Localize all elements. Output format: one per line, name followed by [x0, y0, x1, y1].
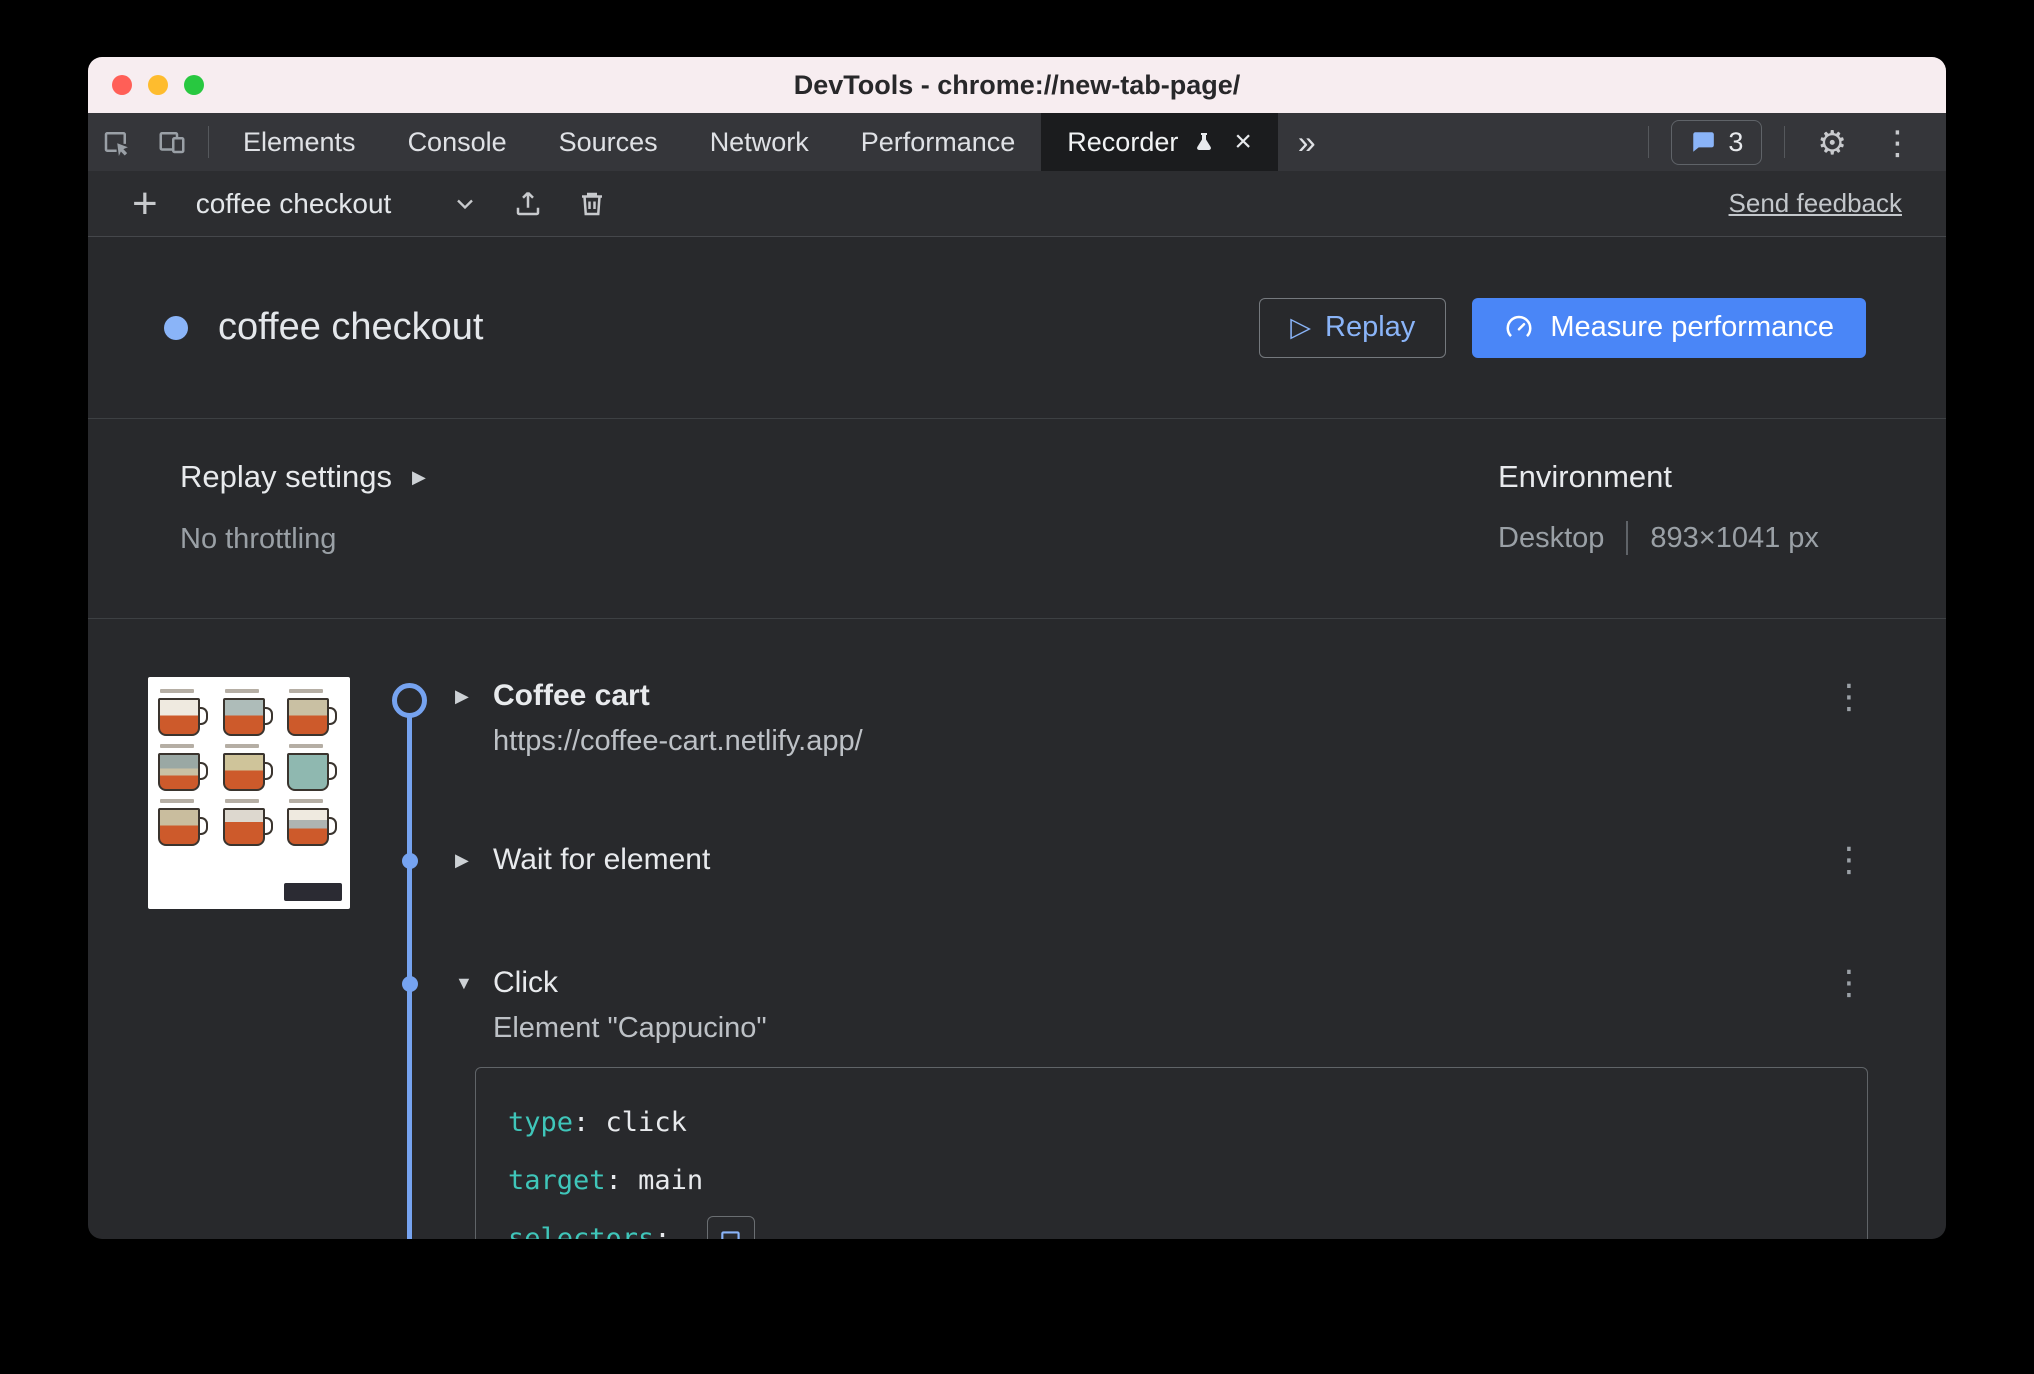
feedback-messages-button[interactable]: 3	[1671, 119, 1763, 165]
tab-sources[interactable]: Sources	[533, 113, 684, 171]
recorder-toolbar: + coffee checkout Send feedback	[88, 171, 1946, 237]
zoom-window-button[interactable]	[184, 75, 204, 95]
timeline-marker-step-3[interactable]	[402, 976, 418, 992]
code-value: click	[605, 1107, 687, 1138]
tab-console[interactable]: Console	[382, 113, 533, 171]
step-navigate-toggle[interactable]: ▶ Coffee cart	[455, 679, 863, 713]
divider	[208, 126, 209, 158]
delete-recording-button[interactable]	[577, 189, 607, 219]
throttling-value: No throttling	[180, 523, 337, 555]
timeline-line	[407, 700, 412, 1239]
recording-select[interactable]: coffee checkout	[196, 188, 480, 220]
replay-settings-toggle[interactable]: Replay settings ▶	[180, 459, 426, 495]
replay-settings-label: Replay settings	[180, 459, 392, 494]
measure-performance-button[interactable]: Measure performance	[1472, 297, 1866, 358]
replay-settings: Replay settings ▶ No throttling	[180, 459, 426, 556]
environment-label: Environment	[1498, 459, 1673, 494]
play-icon: ▷	[1290, 312, 1312, 342]
recording-select-value: coffee checkout	[195, 187, 392, 219]
code-line: selectors:	[508, 1210, 1835, 1239]
thumbnail-coffee-grid	[158, 689, 340, 846]
main-menu-kebab-icon[interactable]: ⋮	[1871, 123, 1924, 162]
divider	[1784, 126, 1786, 158]
settings-section: Replay settings ▶ No throttling Environm…	[88, 419, 1946, 619]
timeline-marker-step-1[interactable]	[392, 683, 427, 718]
tab-network[interactable]: Network	[684, 113, 835, 171]
more-tabs-button[interactable]: »	[1278, 113, 1336, 171]
step-title: Coffee cart	[493, 679, 650, 712]
titlebar: DevTools - chrome://new-tab-page/	[88, 57, 1946, 113]
close-window-button[interactable]	[112, 75, 132, 95]
window-title: DevTools - chrome://new-tab-page/	[793, 69, 1241, 100]
step-click-toggle[interactable]: ▼ Click	[455, 966, 767, 1000]
devtools-window: DevTools - chrome://new-tab-page/ Elemen…	[88, 57, 1946, 1239]
inspect-cursor-icon	[721, 1230, 740, 1239]
environment-device: Desktop	[1498, 521, 1605, 554]
export-recording-button[interactable]	[513, 189, 543, 219]
step-navigate: ▶ Coffee cart https://coffee-cart.netlif…	[455, 679, 863, 758]
divider	[1626, 521, 1629, 555]
chevron-down-icon	[451, 190, 479, 218]
experiment-flask-icon	[1197, 133, 1212, 151]
tab-recorder[interactable]: Recorder ×	[1041, 113, 1278, 171]
devtools-tabbar: Elements Console Sources Network Perform…	[88, 113, 1946, 171]
speedometer-icon	[1506, 315, 1532, 337]
recording-header: coffee checkout ▷ Replay Measure perform…	[88, 237, 1946, 419]
divider	[1648, 126, 1650, 158]
trash-icon	[582, 192, 603, 215]
timeline-marker-step-2[interactable]	[402, 853, 418, 869]
measure-button-label: Measure performance	[1550, 311, 1834, 343]
environment-viewport: 893×1041 px	[1650, 521, 1819, 554]
disclosure-right-icon: ▶	[455, 686, 469, 706]
step-wait: ▶ Wait for element	[455, 843, 710, 877]
device-toolbar-button[interactable]	[144, 113, 200, 171]
inspect-element-button[interactable]	[88, 113, 144, 171]
tab-elements[interactable]: Elements	[217, 113, 382, 171]
disclosure-right-icon: ▶	[411, 467, 426, 487]
traffic-lights	[112, 57, 204, 113]
step-wait-toggle[interactable]: ▶ Wait for element	[455, 843, 710, 877]
recording-dot-icon	[164, 315, 188, 340]
code-line: type: click	[508, 1107, 687, 1138]
step-title: Wait for element	[493, 843, 711, 876]
step-2-menu-kebab-icon[interactable]: ⋮	[1826, 840, 1872, 880]
code-key: selectors	[508, 1223, 655, 1239]
step-title: Click	[493, 966, 558, 999]
thumbnail-total-badge	[284, 883, 342, 901]
tab-performance[interactable]: Performance	[835, 113, 1042, 171]
code-line: target: main	[508, 1165, 704, 1196]
select-element-button[interactable]	[706, 1215, 755, 1239]
step-detail-editor[interactable]: type: click target: main selectors:	[475, 1067, 1868, 1239]
code-value: main	[638, 1165, 704, 1196]
recording-title: coffee checkout	[218, 306, 484, 348]
disclosure-down-icon: ▼	[455, 973, 473, 993]
step-1-menu-kebab-icon[interactable]: ⋮	[1826, 677, 1872, 717]
send-feedback-link[interactable]: Send feedback	[1729, 188, 1902, 219]
device-toolbar-icon	[159, 132, 185, 154]
environment-panel: Environment Desktop 893×1041 px	[1498, 459, 1819, 555]
step-url: https://coffee-cart.netlify.app/	[493, 725, 863, 757]
export-upload-icon	[517, 191, 540, 215]
steps-list: ▶ Coffee cart https://coffee-cart.netlif…	[88, 619, 1946, 1239]
step-3-menu-kebab-icon[interactable]: ⋮	[1826, 963, 1872, 1003]
settings-gear-icon[interactable]: ⚙	[1807, 123, 1857, 162]
tab-recorder-label: Recorder	[1067, 126, 1179, 157]
page-thumbnail[interactable]	[148, 677, 350, 909]
disclosure-right-icon: ▶	[455, 850, 469, 870]
step-click: ▼ Click Element "Cappucino"	[455, 966, 767, 1045]
replay-button[interactable]: ▷ Replay	[1259, 297, 1447, 358]
code-key: type	[508, 1107, 574, 1138]
messages-count-badge: 3	[1728, 126, 1744, 157]
inspect-cursor-icon	[104, 132, 128, 156]
tabbar-right-controls: 3 ⚙ ⋮	[1640, 113, 1946, 171]
chat-bubble-icon	[1693, 132, 1715, 152]
replay-button-label: Replay	[1325, 311, 1416, 343]
minimize-window-button[interactable]	[148, 75, 168, 95]
add-recording-button[interactable]: +	[122, 181, 168, 226]
close-tab-icon[interactable]: ×	[1234, 127, 1252, 157]
step-target-element: Element "Cappucino"	[493, 1012, 767, 1044]
code-key: target	[508, 1165, 606, 1196]
